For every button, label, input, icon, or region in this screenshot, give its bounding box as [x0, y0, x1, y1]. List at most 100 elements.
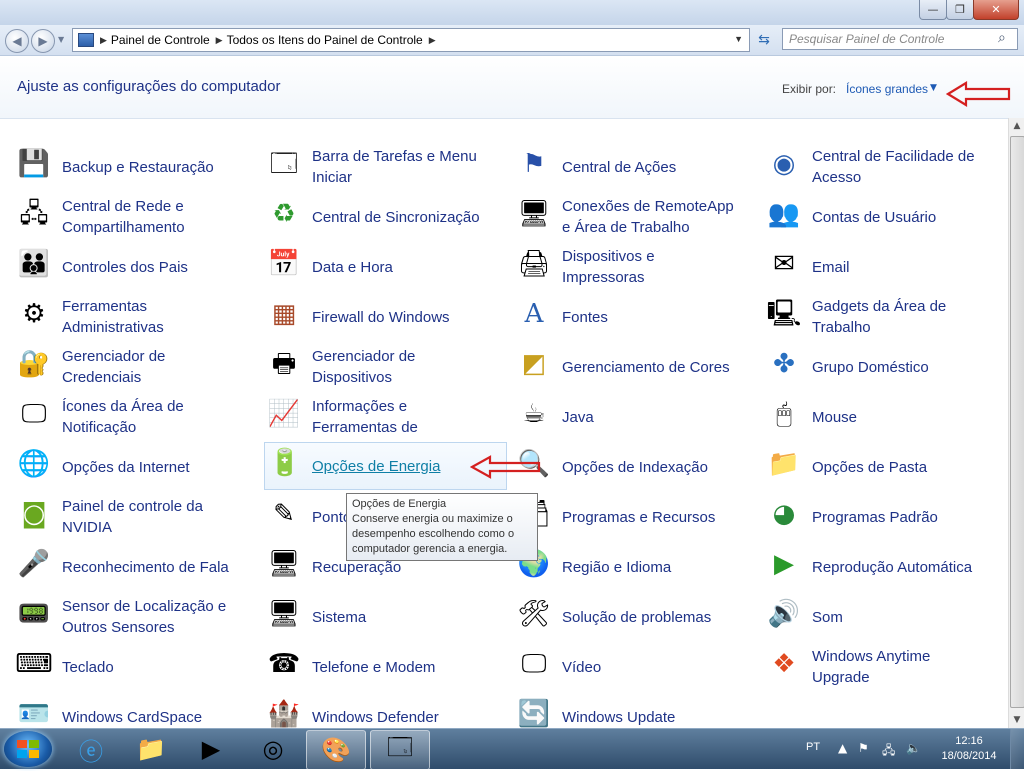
item-defender[interactable]: 🏰 Windows Defender	[250, 694, 490, 728]
autoplay-icon: ▶	[774, 549, 794, 579]
pen-icon: ✎	[273, 499, 295, 529]
display-icon: 🖵	[521, 649, 547, 679]
page-title: Ajuste as configurações do computador	[17, 78, 281, 95]
search-icon[interactable]: ⌕	[998, 30, 1006, 46]
backup-icon: 💾	[17, 149, 51, 179]
troubleshoot-icon: 🛠	[517, 599, 551, 629]
item-email[interactable]: ✉ Email	[750, 244, 990, 290]
internet-explorer-icon[interactable]: ⓔ	[62, 730, 120, 768]
item-device-manager[interactable]: 🖶 Gerenciador de Dispositivos	[250, 344, 490, 390]
control-panel-items: 💾 Backup e Restauração 🗔 Barra de Tarefas …	[0, 118, 1008, 728]
item-homegroup[interactable]: ✤ Grupo Doméstico	[750, 344, 990, 390]
item-mouse[interactable]: 🖱 Mouse	[750, 394, 990, 440]
scrollbar-thumb[interactable]	[1010, 136, 1024, 708]
network-icon[interactable]: 🖧	[882, 741, 895, 762]
search-input[interactable]: Pesquisar Painel de Controle	[782, 28, 1018, 50]
close-button[interactable]: ✕	[973, 0, 1019, 20]
item-notification-icons[interactable]: 🖵 Ícones da Área de Notificação	[0, 394, 240, 440]
item-devices-printers[interactable]: 🖨 Dispositivos e Impressoras	[500, 244, 740, 290]
item-parental-controls[interactable]: 👪 Controles dos Pais	[0, 244, 240, 290]
address-field[interactable]: ▶ Painel de Controle ▶ Todos os Itens do…	[72, 28, 750, 52]
language-indicator[interactable]: PT	[806, 741, 820, 753]
breadcrumb-separator-icon[interactable]: ▶	[216, 35, 223, 46]
item-location-sensors[interactable]: 📟 Sensor de Localização e Outros Sensores	[0, 594, 240, 640]
item-cardspace[interactable]: 🪪 Windows CardSpace	[0, 694, 240, 728]
item-fonts[interactable]: A Fontes	[500, 294, 740, 340]
item-default-programs[interactable]: ◕ Programas Padrão	[750, 494, 990, 540]
tooltip-body: Conserve energia ou maximize o desempenh…	[352, 513, 515, 555]
action-center-flag-icon[interactable]: ⚑	[858, 741, 869, 755]
item-performance[interactable]: 📈Informações e Ferramentas de Desempenho	[250, 394, 490, 442]
item-ease-of-access[interactable]: ◉ Central de Facilidade de Acesso	[750, 144, 990, 190]
item-firewall[interactable]: ▦ Firewall do Windows	[250, 294, 490, 340]
vertical-scrollbar[interactable]: ▲ ▼	[1008, 118, 1024, 728]
item-system[interactable]: 🖥 Sistema	[250, 594, 490, 640]
credentials-icon: 🔐	[17, 349, 51, 379]
breadcrumb-separator-icon[interactable]: ▶	[429, 35, 436, 46]
item-phone-modem[interactable]: ☎ Telefone e Modem	[250, 644, 490, 690]
item-user-accounts[interactable]: 👥 Contas de Usuário	[750, 194, 990, 240]
scroll-down-icon[interactable]: ▼	[1009, 712, 1024, 728]
tooltip-power-options: Opções de Energia Conserve energia ou ma…	[346, 493, 538, 561]
chevron-down-icon[interactable]: ▼	[930, 83, 937, 93]
item-network[interactable]: 🖧 Central de Rede e Compartilhamento	[0, 194, 240, 240]
address-dropdown-icon[interactable]: ▼	[734, 34, 743, 44]
item-remoteapp[interactable]: 🖥 Conexões de RemoteApp e Área de Trabalh…	[500, 194, 740, 240]
tray-expand-icon[interactable]: ▲	[838, 741, 847, 755]
recent-pages-dropdown[interactable]: ▼	[58, 35, 64, 44]
performance-icon: 📈	[267, 399, 301, 429]
item-speech-recognition[interactable]: 🎤 Reconhecimento de Fala	[0, 544, 240, 590]
item-color-management[interactable]: ◩ Gerenciamento de Cores	[500, 344, 740, 390]
maximize-button[interactable]: ❐	[946, 0, 974, 20]
item-java[interactable]: ☕ Java	[500, 394, 740, 440]
scroll-up-icon[interactable]: ▲	[1009, 118, 1024, 134]
item-credential-manager[interactable]: 🔐 Gerenciador de Credenciais	[0, 344, 240, 390]
item-display[interactable]: 🖵 Vídeo	[500, 644, 740, 690]
item-sound[interactable]: 🔊 Som	[750, 594, 990, 640]
admin-tools-icon: ⚙	[22, 299, 46, 329]
control-panel-icon	[78, 33, 94, 47]
start-button[interactable]	[4, 731, 52, 767]
minimize-button[interactable]: —	[919, 0, 947, 20]
clock-date[interactable]: 18/08/2014	[936, 750, 1002, 762]
clock-time[interactable]: 12:16	[940, 735, 998, 747]
flag-icon: ⚑	[522, 149, 546, 179]
refresh-button[interactable]: ⇆	[752, 30, 776, 50]
sensor-icon: 📟	[17, 599, 51, 629]
chrome-icon[interactable]: ◎	[244, 730, 302, 768]
item-sync[interactable]: ♻ Central de Sincronização	[250, 194, 490, 240]
item-autoplay[interactable]: ▶ Reprodução Automática	[750, 544, 990, 590]
power-icon: 🔋	[268, 448, 302, 478]
network-icon: 🖧	[19, 199, 49, 229]
breadcrumb-separator-icon[interactable]: ▶	[100, 35, 107, 46]
item-nvidia[interactable]: ◙ Painel de controle da NVIDIA	[0, 494, 240, 540]
paint-icon[interactable]: 🎨	[306, 730, 366, 770]
item-gadgets[interactable]: 🖳 Gadgets da Área de Trabalho	[750, 294, 990, 340]
view-by-dropdown[interactable]: Ícones grandes	[846, 82, 928, 96]
item-date-time[interactable]: 📅 Data e Hora	[250, 244, 490, 290]
item-folder-options[interactable]: 📁 Opções de Pasta	[750, 444, 990, 490]
item-action-center[interactable]: ⚑ Central de Ações	[500, 144, 740, 190]
content-header: Ajuste as configurações do computador Ex…	[0, 56, 1024, 119]
item-internet-options[interactable]: 🌐 Opções da Internet	[0, 444, 240, 490]
forward-button[interactable]: ▶	[31, 29, 55, 53]
cardspace-icon: 🪪	[17, 699, 51, 728]
item-troubleshooting[interactable]: 🛠 Solução de problemas	[500, 594, 740, 640]
breadcrumb-control-panel[interactable]: Painel de Controle	[111, 33, 210, 47]
media-player-icon[interactable]: ▶	[182, 730, 240, 768]
back-button[interactable]: ◀	[5, 29, 29, 53]
item-backup[interactable]: 💾 Backup e Restauração	[0, 144, 240, 190]
item-taskbar[interactable]: 🗔 Barra de Tarefas e Menu Iniciar	[250, 144, 490, 190]
control-panel-icon[interactable]: 🗔	[370, 730, 430, 770]
item-windows-update[interactable]: 🔄 Windows Update	[500, 694, 740, 728]
item-keyboard[interactable]: ⌨ Teclado	[0, 644, 240, 690]
explorer-folder-icon[interactable]: 📁	[122, 730, 180, 768]
item-anytime-upgrade[interactable]: ❖ Windows Anytime Upgrade	[750, 644, 990, 690]
show-desktop-button[interactable]	[1010, 729, 1024, 769]
breadcrumb-all-items[interactable]: Todos os Itens do Painel de Controle	[227, 33, 423, 47]
remoteapp-icon: 🖥	[517, 199, 551, 229]
item-admin-tools[interactable]: ⚙ Ferramentas Administrativas	[0, 294, 240, 340]
nvidia-icon: ◙	[21, 499, 47, 529]
java-icon: ☕	[522, 399, 546, 429]
volume-icon[interactable]: 🔈	[906, 741, 921, 755]
